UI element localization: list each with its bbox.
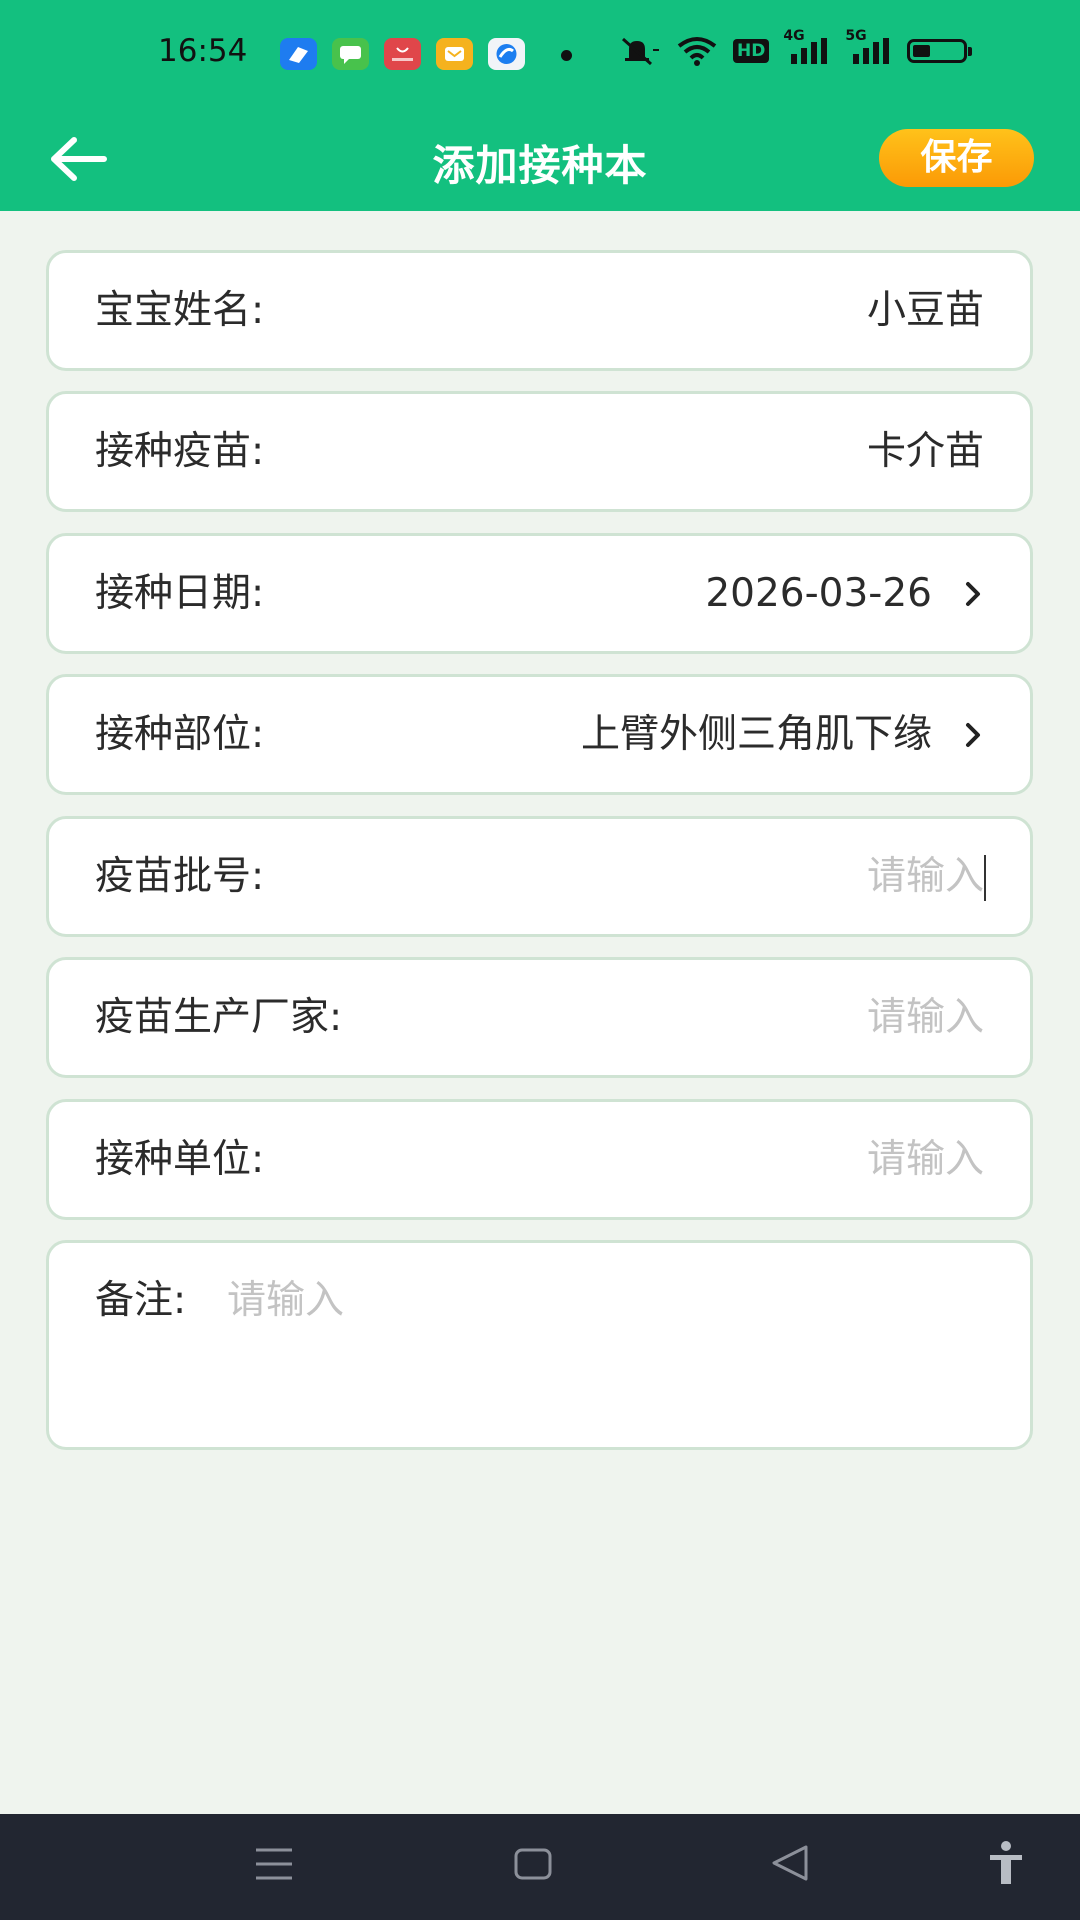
chevron-right-icon bbox=[966, 582, 980, 606]
baby-name-value: 小豆苗 bbox=[866, 288, 984, 333]
batch-number-field[interactable]: 疫苗批号: 请输入 bbox=[46, 816, 1033, 937]
wallet-icon bbox=[436, 38, 473, 70]
text-cursor bbox=[984, 855, 986, 901]
status-time: 16:54 bbox=[158, 33, 248, 69]
mute-bell-icon bbox=[617, 36, 661, 66]
date-value: 2026-03-26 bbox=[705, 571, 932, 616]
home-button[interactable] bbox=[514, 1848, 552, 1884]
hd-label: HD bbox=[733, 39, 770, 63]
huawei-store-icon bbox=[384, 38, 421, 70]
more-notifications-dot bbox=[561, 50, 572, 61]
batch-label: 疫苗批号: bbox=[95, 854, 265, 899]
unit-label: 接种单位: bbox=[95, 1137, 265, 1182]
manufacturer-field[interactable]: 疫苗生产厂家: 请输入 bbox=[46, 957, 1033, 1078]
manufacturer-input[interactable]: 请输入 bbox=[867, 960, 984, 1075]
home-square-icon bbox=[514, 1848, 552, 1880]
manufacturer-label: 疫苗生产厂家: bbox=[95, 995, 343, 1040]
date-picker-field[interactable]: 接种日期: 2026-03-26 bbox=[46, 533, 1033, 654]
remarks-input[interactable]: 请输入 bbox=[227, 1243, 344, 1358]
vaccine-label: 接种疫苗: bbox=[95, 429, 265, 474]
messages-icon bbox=[332, 38, 369, 70]
baby-name-field[interactable]: 宝宝姓名: 小豆苗 bbox=[46, 250, 1033, 371]
browser-icon bbox=[488, 38, 525, 70]
notification-icons bbox=[280, 38, 525, 70]
menu-button[interactable] bbox=[254, 1846, 294, 1886]
unit-input[interactable]: 请输入 bbox=[867, 1102, 984, 1217]
system-nav-bar bbox=[0, 1814, 1080, 1920]
date-label: 接种日期: bbox=[95, 571, 265, 616]
signal-4g-icon: 4G bbox=[783, 28, 831, 66]
back-nav-button[interactable] bbox=[770, 1844, 810, 1886]
feishu-icon bbox=[280, 38, 317, 70]
header-bar: 16:54 HD 4G 5G 添加接种本 保存 bbox=[0, 0, 1080, 211]
baby-name-label: 宝宝姓名: bbox=[95, 288, 265, 333]
unit-field[interactable]: 接种单位: 请输入 bbox=[46, 1099, 1033, 1220]
batch-input[interactable]: 请输入 bbox=[867, 819, 984, 934]
signal-5g-label: 5G bbox=[845, 28, 867, 44]
back-triangle-icon bbox=[772, 1845, 808, 1881]
save-button[interactable]: 保存 bbox=[879, 129, 1034, 187]
hd-icon: HD bbox=[733, 39, 770, 63]
battery-icon bbox=[907, 39, 973, 63]
accessibility-icon bbox=[990, 1841, 1022, 1884]
vaccine-value: 卡介苗 bbox=[866, 429, 984, 474]
status-indicators: HD 4G 5G bbox=[617, 28, 973, 66]
site-value: 上臂外侧三角肌下缘 bbox=[580, 712, 932, 757]
vaccine-field[interactable]: 接种疫苗: 卡介苗 bbox=[46, 391, 1033, 512]
site-label: 接种部位: bbox=[95, 712, 265, 757]
menu-icon bbox=[256, 1848, 292, 1880]
wifi-icon bbox=[675, 36, 719, 66]
remarks-label: 备注: bbox=[95, 1278, 187, 1323]
site-picker-field[interactable]: 接种部位: 上臂外侧三角肌下缘 bbox=[46, 674, 1033, 795]
remarks-field[interactable]: 备注: 请输入 bbox=[46, 1240, 1033, 1450]
chevron-right-icon bbox=[966, 723, 980, 747]
signal-5g-icon: 5G bbox=[845, 28, 893, 66]
signal-4g-label: 4G bbox=[783, 28, 805, 44]
accessibility-button[interactable] bbox=[986, 1840, 1026, 1890]
